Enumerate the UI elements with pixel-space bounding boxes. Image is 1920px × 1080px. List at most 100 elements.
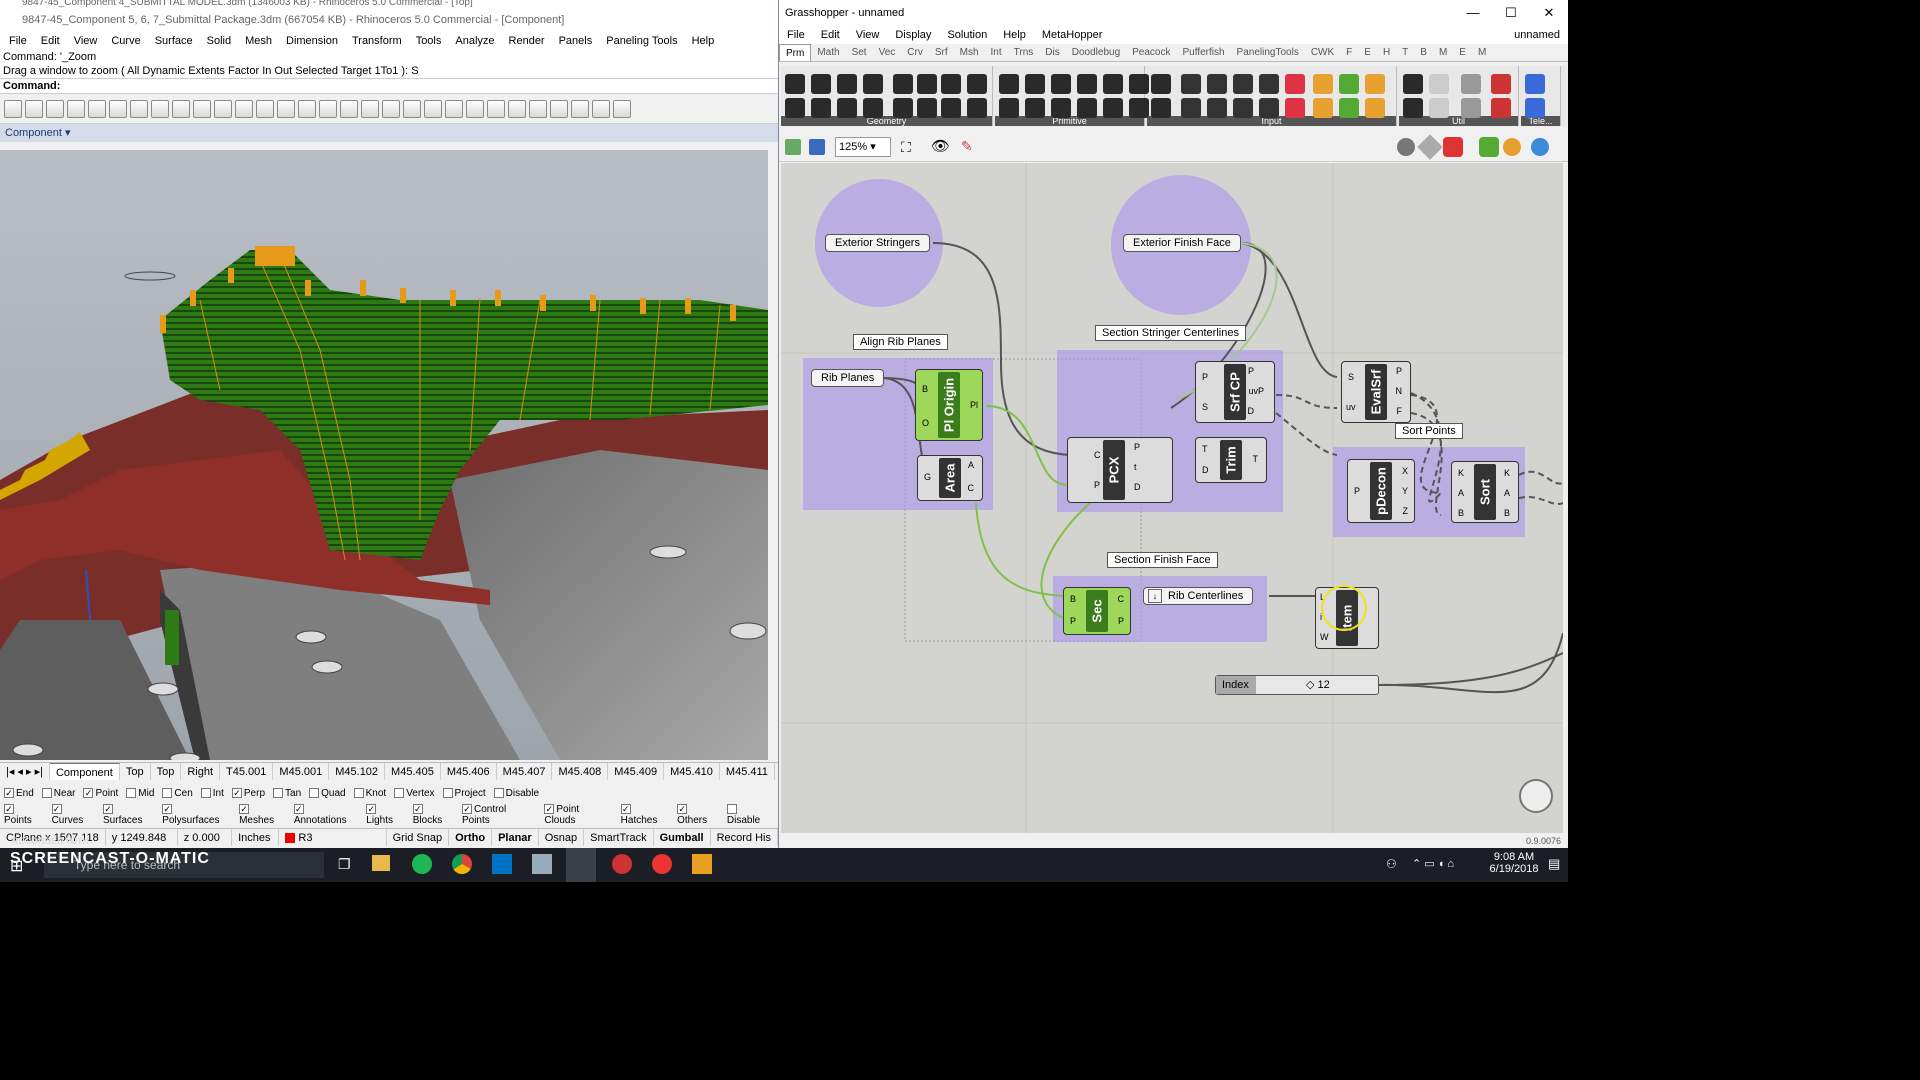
grasshopper-app-icon[interactable] (566, 848, 596, 882)
mesh-quality-icon[interactable] (1531, 138, 1549, 156)
toolbar-tool-icon[interactable] (550, 99, 568, 118)
toolbar-tool-icon[interactable] (130, 99, 148, 118)
menu-item-tools[interactable]: Tools (409, 32, 449, 50)
gh-tab[interactable]: CWK (1305, 44, 1340, 61)
status-pane[interactable]: Ortho (449, 829, 493, 846)
maximize-icon[interactable]: ☐ (1492, 0, 1530, 26)
output-pin[interactable]: Z (1403, 506, 1409, 516)
param-rib-planes[interactable]: Rib Planes (811, 369, 885, 387)
menu-item-panels[interactable]: Panels (552, 32, 600, 50)
viewport-title[interactable]: Component ▾ (0, 124, 778, 142)
gh-tab[interactable]: Peacock (1126, 44, 1176, 61)
toolbar-tool-icon[interactable] (277, 99, 295, 118)
ribbon-component-icon[interactable] (1525, 98, 1545, 118)
ribbon-component-icon[interactable] (1025, 74, 1045, 94)
rhino-app-icon[interactable] (532, 854, 552, 874)
gh-tab[interactable]: Vec (873, 44, 902, 61)
zoom-extents-icon[interactable]: ⛶ (901, 139, 911, 156)
ribbon-component-icon[interactable] (863, 98, 883, 118)
menu-item-file[interactable]: File (2, 32, 34, 50)
ribbon-component-icon[interactable] (1077, 98, 1097, 118)
ribbon-component-icon[interactable] (917, 98, 937, 118)
output-pin[interactable]: P (1396, 366, 1402, 376)
checkbox-knot[interactable]: Knot (353, 788, 386, 799)
menu-item-surface[interactable]: Surface (148, 32, 200, 50)
collapse-arrow-icon[interactable]: ↓ (1148, 589, 1162, 603)
output-pin[interactable]: K (1504, 468, 1510, 478)
ribbon-component-icon[interactable] (1525, 74, 1545, 94)
ribbon-component-icon[interactable] (967, 98, 987, 118)
gh-menu-metahopper[interactable]: MetaHopper (1034, 26, 1111, 44)
ribbon-component-icon[interactable] (1491, 74, 1511, 94)
menu-item-help[interactable]: Help (685, 32, 722, 50)
ribbon-component-icon[interactable] (1233, 98, 1253, 118)
output-pin[interactable]: C (968, 483, 975, 493)
ribbon-component-icon[interactable] (967, 74, 987, 94)
ribbon-component-icon[interactable] (1207, 74, 1227, 94)
output-pin[interactable]: Y (1402, 486, 1408, 496)
preview-eye-icon[interactable]: 👁 (931, 137, 950, 155)
checkbox-box[interactable]: ✓ (677, 804, 688, 815)
gh-tab[interactable]: Trns (1008, 44, 1040, 61)
checkbox-box[interactable]: ✓ (103, 804, 114, 815)
gh-tab[interactable]: E (1358, 44, 1377, 61)
component-pdecon[interactable]: pDecon P X Y Z (1347, 459, 1415, 523)
ribbon-component-icon[interactable] (1259, 74, 1279, 94)
output-pin[interactable]: P (1118, 616, 1124, 626)
gh-tab[interactable]: Prm (779, 44, 812, 61)
checkbox-box[interactable] (162, 787, 173, 798)
menu-item-dimension[interactable]: Dimension (279, 32, 345, 50)
toolbar-tool-icon[interactable] (403, 99, 421, 118)
toolbar-tool-icon[interactable] (571, 99, 589, 118)
gh-tab[interactable]: Dis (1039, 44, 1065, 61)
checkbox-others[interactable]: ✓Others (677, 804, 719, 826)
checkbox-annotations[interactable]: ✓Annotations (293, 804, 358, 826)
wireframe-icon[interactable] (1417, 134, 1443, 160)
component-srf-cp[interactable]: Srf CP P S P uvP D (1195, 361, 1275, 423)
ribbon-component-icon[interactable] (785, 98, 805, 118)
menu-item-transform[interactable]: Transform (345, 32, 409, 50)
toolbar-tool-icon[interactable] (109, 99, 127, 118)
viewport-tab[interactable]: M45.407 (497, 763, 553, 780)
toolbar-tool-icon[interactable] (88, 99, 106, 118)
chrome-icon[interactable] (452, 854, 472, 874)
gh-menu-edit[interactable]: Edit (813, 26, 848, 44)
status-layer[interactable]: R3 (279, 829, 387, 846)
toolbar-tool-icon[interactable] (382, 99, 400, 118)
checkbox-box[interactable] (200, 787, 211, 798)
output-pin[interactable]: C (1118, 594, 1125, 604)
checkbox-vertex[interactable]: Vertex (394, 788, 435, 799)
group-label-sort-points[interactable]: Sort Points (1395, 423, 1463, 439)
notifications-icon[interactable]: ▤ (1548, 856, 1560, 872)
output-pin[interactable]: X (1402, 466, 1408, 476)
toolbar-tool-icon[interactable] (361, 99, 379, 118)
checkbox-box[interactable] (273, 787, 284, 798)
ribbon-component-icon[interactable] (1103, 74, 1123, 94)
app-icon[interactable] (612, 854, 632, 874)
output-pin[interactable]: N (1396, 386, 1403, 396)
menu-item-paneling-tools[interactable]: Paneling Tools (599, 32, 684, 50)
input-pin[interactable]: K (1458, 468, 1464, 478)
ribbon-component-icon[interactable] (893, 74, 913, 94)
toolbar-tool-icon[interactable] (613, 99, 631, 118)
group-label-align-rib-planes[interactable]: Align Rib Planes (853, 334, 948, 350)
checkbox-box[interactable] (126, 787, 137, 798)
menu-item-edit[interactable]: Edit (34, 32, 67, 50)
checkbox-box[interactable]: ✓ (620, 804, 631, 815)
input-pin[interactable]: T (1202, 444, 1208, 454)
output-pin[interactable]: P (1248, 366, 1254, 376)
toolbar-tool-icon[interactable] (298, 99, 316, 118)
ribbon-component-icon[interactable] (917, 74, 937, 94)
viewport-tab[interactable]: Top (151, 763, 182, 780)
component-evalsrf[interactable]: EvalSrf S uv P N F (1341, 361, 1411, 423)
gh-tab[interactable]: B (1414, 44, 1433, 61)
gh-menu-solution[interactable]: Solution (939, 26, 995, 44)
input-pin[interactable]: S (1202, 402, 1208, 412)
input-pin[interactable]: P (1094, 480, 1100, 490)
ribbon-component-icon[interactable] (1339, 98, 1359, 118)
checkbox-quad[interactable]: Quad (309, 788, 346, 799)
ribbon-component-icon[interactable] (1181, 74, 1201, 94)
checkbox-box[interactable]: ✓ (366, 804, 377, 815)
ribbon-component-icon[interactable] (1259, 98, 1279, 118)
component-sec[interactable]: Sec B P C P (1063, 587, 1131, 635)
